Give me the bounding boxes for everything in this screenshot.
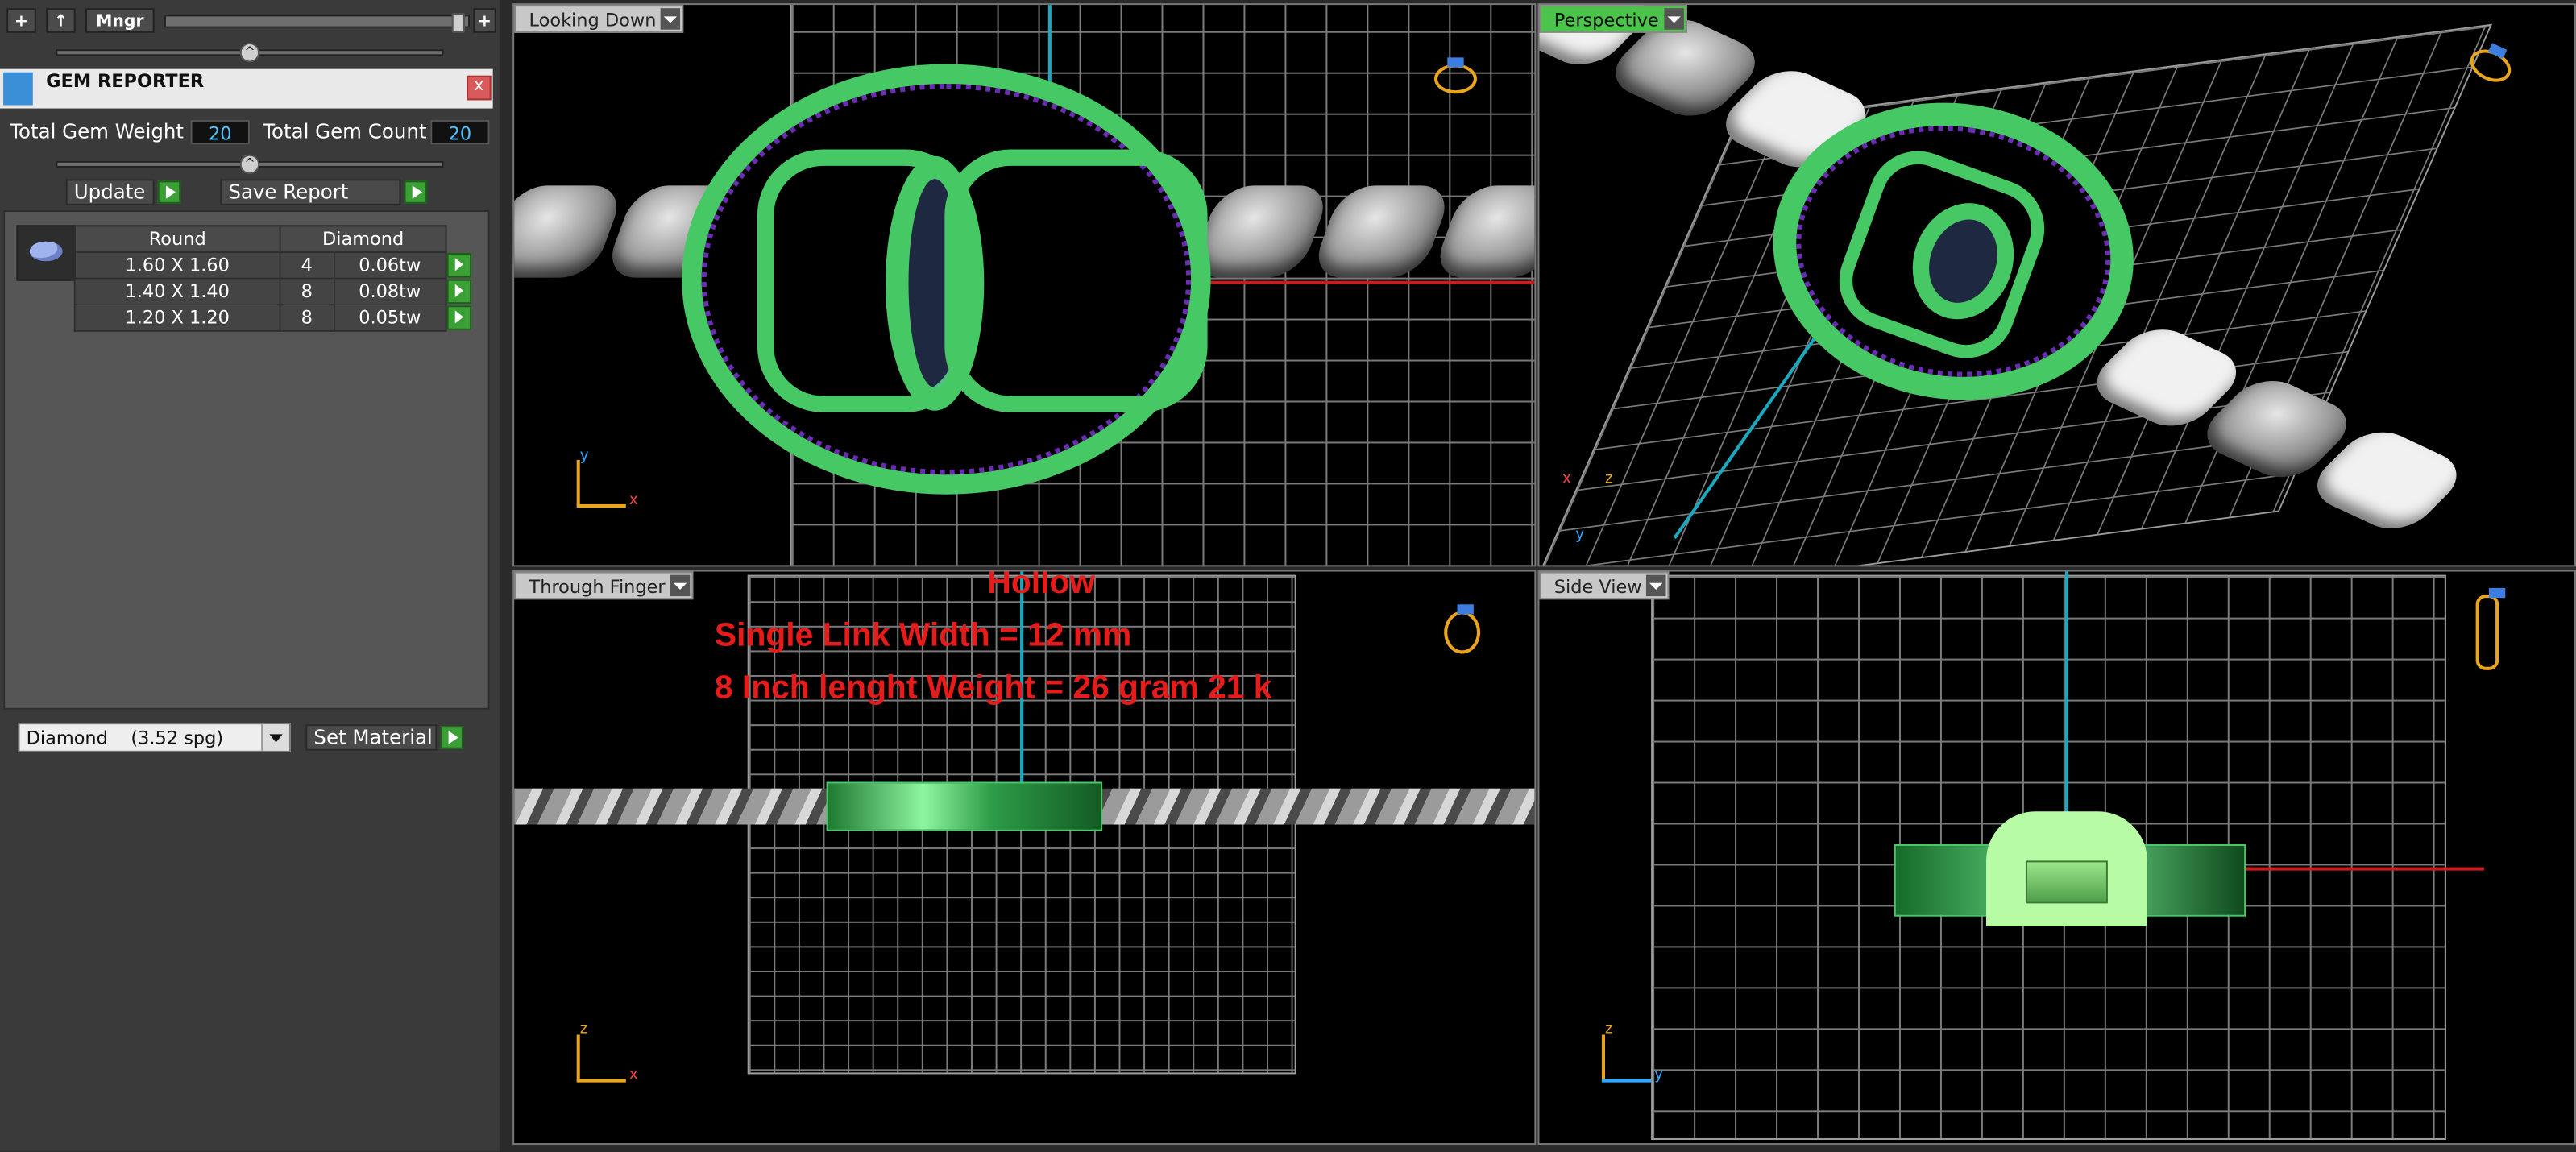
chain-link [1309, 185, 1454, 278]
top-slider-handle[interactable] [451, 13, 466, 33]
chain-link [514, 185, 627, 278]
gem-size: 1.20 X 1.20 [73, 304, 281, 332]
axis-x-label: x [1562, 471, 1571, 488]
chain-link [1430, 185, 1535, 278]
gem-weight: 0.05tw [332, 304, 447, 332]
round-gem-icon[interactable] [16, 225, 76, 281]
gem-list: Round Diamond 1.60 X 1.60 4 0.06tw 1.40 … [3, 209, 490, 710]
viewport-label[interactable]: Side View [1539, 571, 1670, 600]
axis-gizmo-vertical [576, 459, 580, 506]
gem-reporter-icon [3, 72, 33, 106]
top-slider[interactable] [164, 15, 471, 28]
axis-y-label: y [1575, 527, 1585, 544]
total-count-label: Total Gem Count [263, 119, 427, 143]
axis-x-label: x [628, 1067, 638, 1084]
row-go-icon[interactable] [446, 252, 472, 278]
z-axis-line [2064, 571, 2068, 818]
ring-view-icon[interactable] [1433, 57, 1477, 94]
x-axis-line [2246, 867, 2484, 871]
ring-front-view-icon[interactable] [1444, 604, 1481, 654]
axis-gizmo-horizontal [576, 1079, 626, 1083]
gem-weight-value: 0.06tw [359, 255, 421, 276]
axis-z-label: z [1605, 471, 1613, 488]
material-select-value: Diamond (3.52 spg) [26, 727, 224, 749]
viewport-label[interactable]: Looking Down [514, 5, 685, 33]
axis-z-label: z [579, 1021, 588, 1038]
chevron-down-icon[interactable] [261, 724, 289, 751]
viewport-label[interactable]: Perspective [1539, 5, 1687, 33]
gem-size: 1.40 X 1.40 [73, 277, 281, 306]
axis-gizmo-horizontal [1601, 1079, 1652, 1083]
chevron-down-icon[interactable] [670, 574, 691, 597]
table-row: 1.20 X 1.20 8 0.05tw [73, 304, 472, 332]
gem-table: Round Diamond 1.60 X 1.60 4 0.06tw 1.40 … [73, 225, 473, 332]
update-go-icon[interactable] [157, 180, 181, 204]
overlay-link-width: Single Link Width = 12 mm [714, 617, 1132, 654]
viewport-label[interactable]: Through Finger [514, 571, 694, 600]
set-material-go-icon[interactable] [440, 726, 463, 749]
add-button[interactable]: + [6, 8, 36, 33]
pendant-side-profile [826, 781, 1103, 831]
axis-gizmo-vertical [576, 1034, 580, 1081]
total-weight-value: 20 [190, 119, 250, 145]
chain-right [1187, 185, 1535, 284]
save-report-button[interactable]: Save Report [220, 179, 401, 205]
gem-weight-value: 0.05tw [359, 307, 421, 329]
chevron-down-icon[interactable] [661, 8, 682, 30]
viewport-perspective[interactable]: Perspective x z y [1537, 3, 2576, 567]
total-count-value: 20 [430, 119, 490, 145]
gem-reporter-title: GEM REPORTER [46, 70, 205, 93]
total-weight-label: Total Gem Weight [10, 119, 185, 143]
viewport-side-view[interactable]: Side View z y [1537, 570, 2576, 1146]
axis-gizmo-horizontal [576, 503, 626, 508]
save-report-go-icon[interactable] [404, 180, 428, 204]
collapse-up-icon[interactable]: ^ [239, 154, 260, 175]
table-row: 1.60 X 1.60 4 0.06tw [73, 251, 472, 280]
gem-weight: 0.08tw [332, 277, 447, 306]
gem-weight: 0.06tw [332, 251, 447, 280]
viewport-title: Looking Down [529, 10, 657, 31]
column-shape: Round [73, 225, 281, 253]
close-icon[interactable]: x [467, 75, 492, 101]
ring-side-view-icon[interactable] [2475, 587, 2506, 670]
gem-size: 1.60 X 1.60 [73, 251, 281, 280]
viewport-through-finger[interactable]: Through Finger Hollow Single Link Width … [512, 570, 1537, 1146]
gem-count: 8 [279, 304, 334, 332]
axis-gizmo-vertical [1601, 1034, 1606, 1081]
axis-x-label: x [628, 492, 638, 510]
overlay-hollow: Hollow [987, 570, 1096, 602]
manager-button[interactable]: Mngr [85, 8, 155, 33]
material-select[interactable]: Diamond (3.52 spg) [18, 723, 291, 752]
update-button[interactable]: Update [65, 179, 155, 205]
gem-count: 4 [279, 251, 334, 280]
chevron-down-icon[interactable] [1646, 574, 1667, 597]
axis-y-label: y [1654, 1067, 1664, 1084]
viewport-title: Through Finger [529, 576, 666, 599]
axis-y-label: y [579, 448, 589, 466]
table-row: 1.40 X 1.40 8 0.08tw [73, 277, 472, 306]
pendant-bail-inner [2025, 860, 2108, 904]
collapse-up-icon[interactable]: ^ [239, 43, 260, 63]
set-material-button[interactable]: Set Material [305, 724, 438, 751]
column-material: Diamond [279, 225, 447, 253]
pendant-square-link-right [944, 149, 1208, 412]
gem-reporter-header: GEM REPORTER x [0, 68, 493, 109]
gem-count: 8 [279, 277, 334, 306]
chevron-down-icon[interactable] [1663, 8, 1684, 30]
viewport-title: Side View [1553, 576, 1642, 599]
side-panel: + ↑ Mngr + ^ GEM REPORTER x Total Gem We… [0, 0, 500, 1152]
axis-z-label: z [1605, 1021, 1613, 1038]
viewport-title: Perspective [1553, 10, 1659, 31]
viewport-looking-down[interactable]: Looking Down y x [512, 3, 1537, 567]
row-go-icon[interactable] [447, 305, 472, 330]
gem-weight-value: 0.08tw [359, 280, 421, 303]
row-go-icon[interactable] [446, 279, 472, 305]
expand-button[interactable]: + [473, 8, 496, 33]
up-button[interactable]: ↑ [46, 8, 76, 33]
app-window: + ↑ Mngr + ^ GEM REPORTER x Total Gem We… [0, 0, 2576, 1152]
overlay-weight: 8 Inch lenght Weight = 26 gram 21 k [714, 669, 1272, 707]
